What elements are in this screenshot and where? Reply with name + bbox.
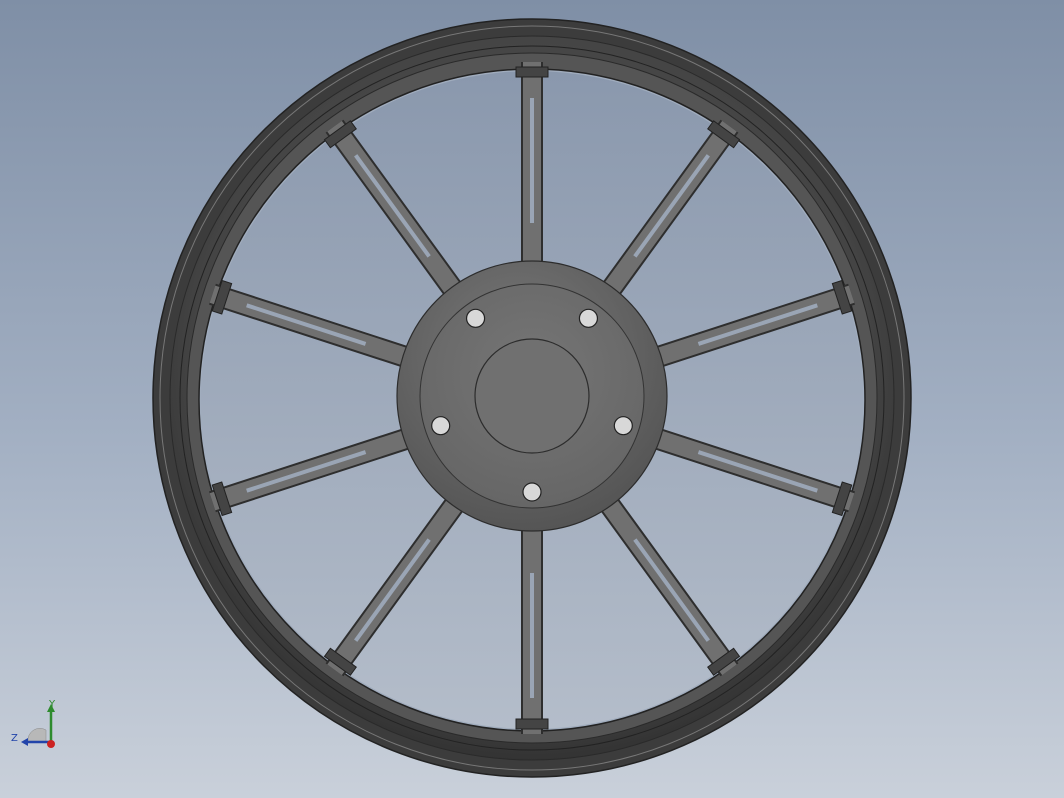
triad-y-label: Y — [49, 699, 56, 710]
graphics-viewport[interactable]: Y Z — [0, 0, 1064, 798]
wheel-model[interactable] — [0, 0, 1064, 798]
triad-axes-icon — [21, 704, 55, 748]
bolt-hole — [578, 308, 599, 328]
triad-z-label: Z — [11, 733, 18, 744]
bolt-hole — [522, 482, 542, 502]
hub[interactable] — [396, 260, 668, 532]
bolt-hole — [431, 416, 451, 436]
view-orientation-triad: Y Z — [8, 698, 68, 758]
bolt-hole — [465, 308, 486, 328]
bolt-hole — [613, 416, 633, 436]
